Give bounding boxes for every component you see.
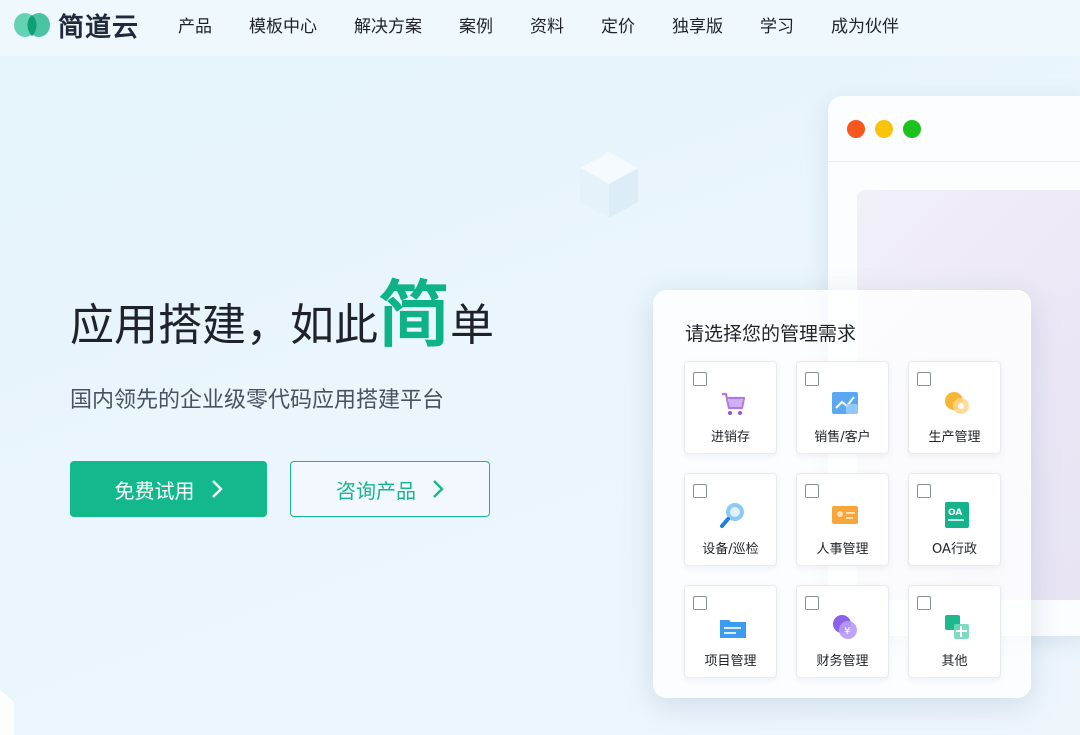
main-nav: 产品 模板中心 解决方案 案例 资料 定价 独享版 学习 成为伙伴 bbox=[178, 0, 936, 48]
checkbox[interactable] bbox=[805, 596, 819, 610]
nav-item-resources[interactable]: 资料 bbox=[530, 12, 564, 37]
option-label: 人事管理 bbox=[816, 542, 869, 557]
nav-item-partner[interactable]: 成为伙伴 bbox=[831, 12, 899, 37]
oa-document-icon: OA bbox=[945, 502, 969, 528]
option-label: 进销存 bbox=[710, 430, 750, 445]
production-icon bbox=[945, 392, 969, 414]
free-trial-label: 免费试用 bbox=[114, 478, 195, 503]
checkbox[interactable] bbox=[805, 372, 819, 386]
consult-product-button[interactable]: 咨询产品 bbox=[290, 461, 490, 517]
nav-item-product[interactable]: 产品 bbox=[178, 12, 212, 37]
finance-coin-icon: ¥ bbox=[833, 615, 857, 639]
chevron-right-icon bbox=[433, 480, 444, 498]
browser-title-bar bbox=[828, 96, 1080, 162]
nav-item-cases[interactable]: 案例 bbox=[459, 12, 493, 37]
option-tile-inventory[interactable]: 进销存 bbox=[684, 361, 777, 454]
option-tile-project[interactable]: 项目管理 bbox=[684, 585, 777, 678]
hero-title-part3: 单 bbox=[450, 300, 495, 351]
option-label: 其他 bbox=[941, 654, 968, 669]
window-close-dot-icon bbox=[847, 120, 865, 138]
window-maximize-dot-icon bbox=[903, 120, 921, 138]
free-trial-button[interactable]: 免费试用 bbox=[70, 461, 267, 517]
option-tile-inspection[interactable]: 设备/巡检 bbox=[684, 473, 777, 566]
checkbox[interactable] bbox=[693, 596, 707, 610]
checkbox[interactable] bbox=[917, 596, 931, 610]
option-tile-oa[interactable]: OA OA行政 bbox=[908, 473, 1001, 566]
checkbox[interactable] bbox=[693, 372, 707, 386]
brand-name: 简道云 bbox=[58, 12, 140, 43]
checkbox[interactable] bbox=[917, 484, 931, 498]
checkbox[interactable] bbox=[917, 372, 931, 386]
nav-item-templates[interactable]: 模板中心 bbox=[249, 12, 317, 37]
management-needs-card: 请选择您的管理需求 进销存 销售/客户 生产管理 设备/巡检 人事管理 OA O… bbox=[653, 290, 1031, 698]
decorative-shape-icon bbox=[0, 690, 14, 735]
hero-title-part1: 应用搭建，如此 bbox=[70, 300, 378, 351]
checkbox[interactable] bbox=[805, 484, 819, 498]
shopping-cart-icon bbox=[722, 392, 746, 415]
brand-logo[interactable]: 简道云 bbox=[12, 6, 139, 44]
top-navigation-bar: 简道云 产品 模板中心 解决方案 案例 资料 定价 独享版 学习 成为伙伴 bbox=[0, 0, 1080, 56]
card-title: 请选择您的管理需求 bbox=[685, 323, 857, 345]
consult-product-label: 咨询产品 bbox=[336, 478, 416, 503]
window-minimize-dot-icon bbox=[875, 120, 893, 138]
sales-chart-icon bbox=[832, 392, 858, 414]
nav-item-solutions[interactable]: 解决方案 bbox=[354, 12, 422, 37]
option-tile-finance[interactable]: ¥ 财务管理 bbox=[796, 585, 889, 678]
option-label: OA行政 bbox=[932, 542, 977, 557]
svg-text:OA: OA bbox=[948, 508, 962, 518]
nav-item-learn[interactable]: 学习 bbox=[760, 12, 794, 37]
svg-text:¥: ¥ bbox=[844, 626, 850, 637]
option-label: 设备/巡检 bbox=[702, 542, 759, 557]
option-tile-production[interactable]: 生产管理 bbox=[908, 361, 1001, 454]
option-tile-hr[interactable]: 人事管理 bbox=[796, 473, 889, 566]
other-grid-icon bbox=[945, 615, 969, 639]
logo-leaf-icon bbox=[14, 13, 50, 37]
option-tile-other[interactable]: 其他 bbox=[908, 585, 1001, 678]
option-label: 销售/客户 bbox=[814, 430, 871, 445]
nav-item-pricing[interactable]: 定价 bbox=[601, 12, 635, 37]
hero-subtitle: 国内领先的企业级零代码应用搭建平台 bbox=[70, 388, 445, 413]
hero-title-highlight: 简 bbox=[378, 273, 451, 357]
option-label: 生产管理 bbox=[928, 430, 981, 445]
checkbox[interactable] bbox=[693, 484, 707, 498]
nav-item-dedicated[interactable]: 独享版 bbox=[672, 12, 723, 37]
option-label: 项目管理 bbox=[704, 654, 757, 669]
decorative-cube-icon bbox=[580, 152, 638, 218]
id-card-icon bbox=[832, 506, 858, 524]
option-tile-sales[interactable]: 销售/客户 bbox=[796, 361, 889, 454]
hero-title: 应用搭建，如此简单 bbox=[70, 256, 494, 357]
option-label: 财务管理 bbox=[816, 654, 869, 669]
inspection-magnifier-icon bbox=[720, 503, 744, 528]
chevron-right-icon bbox=[211, 480, 223, 498]
project-folder-icon bbox=[720, 620, 746, 638]
